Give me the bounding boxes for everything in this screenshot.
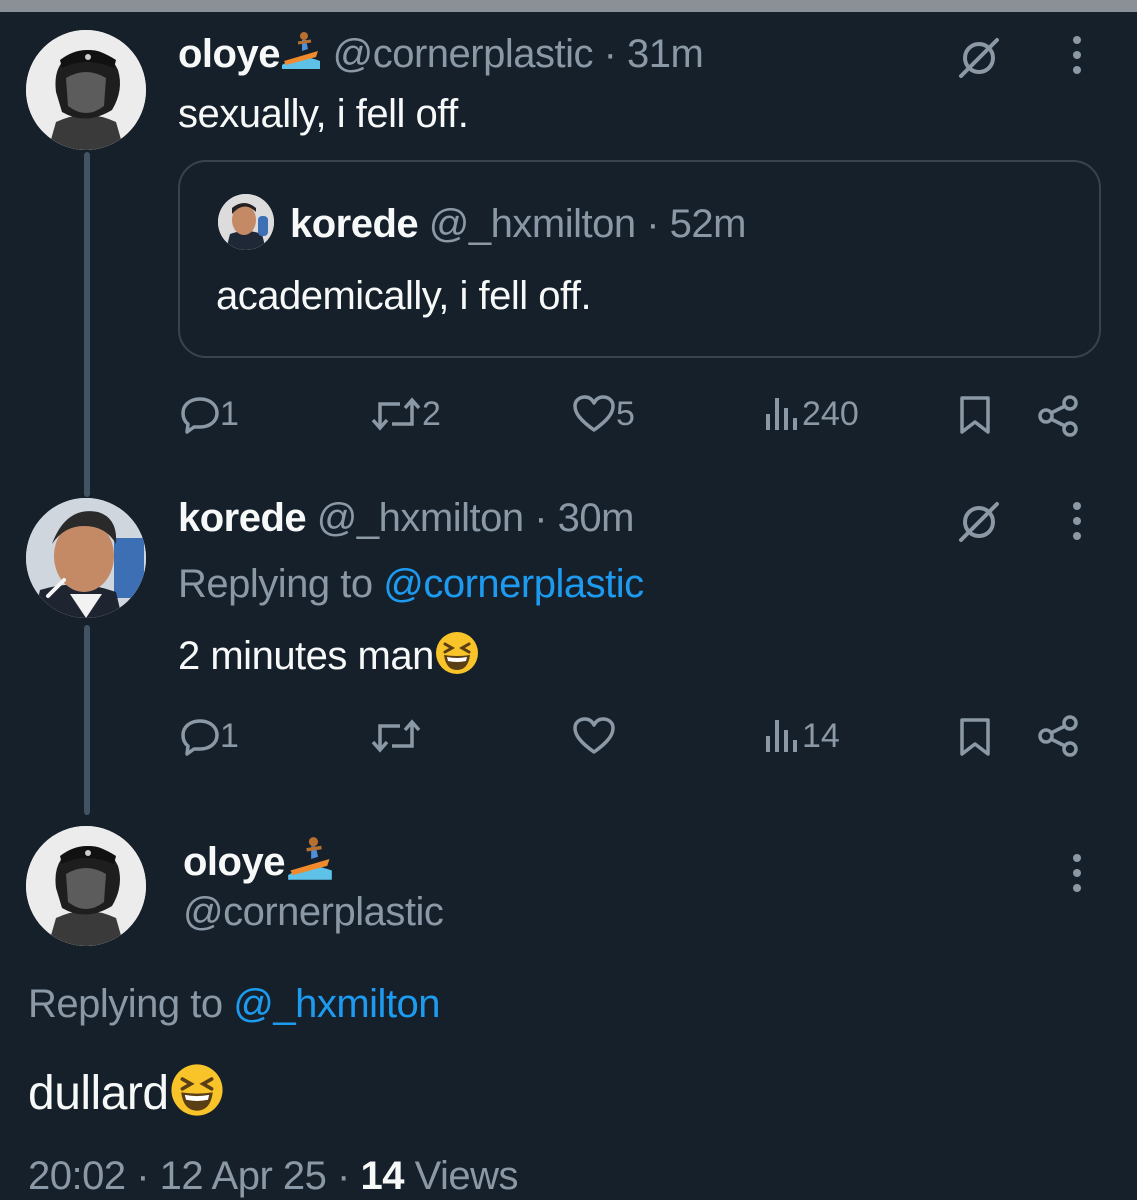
reply-button[interactable]: 1 [180, 716, 239, 756]
reply-count: 1 [220, 716, 239, 755]
views-button[interactable]: 14 [762, 716, 840, 756]
display-name[interactable]: korede [290, 202, 419, 246]
replying-prefix: Replying to [178, 562, 373, 606]
tweet3-name: oloye [183, 836, 335, 893]
quoted-text: academically, i fell off. [216, 274, 592, 318]
heart-icon [573, 717, 615, 754]
surfer-emoji [285, 836, 335, 893]
repost-button[interactable]: 2 [370, 394, 441, 434]
quoted-header: korede @_hxmilton · 52m [290, 200, 746, 248]
avatar[interactable] [26, 826, 146, 946]
display-name[interactable]: oloye [183, 840, 285, 884]
display-name[interactable]: korede [178, 496, 307, 540]
views-label: Views [414, 1154, 519, 1198]
repost-count: 2 [422, 394, 441, 433]
vertical-dots-icon[interactable] [1066, 500, 1088, 542]
tweet-time[interactable]: · 31m [604, 32, 704, 76]
view-count: 14 [802, 716, 840, 755]
like-button[interactable] [572, 716, 616, 756]
tweet-text-content: dullard [28, 1067, 169, 1121]
user-handle[interactable]: @_hxmilton [429, 202, 636, 246]
user-handle[interactable]: @_hxmilton [317, 496, 524, 540]
tweet-text: sexually, i fell off. [178, 92, 469, 136]
repost-button[interactable] [370, 716, 422, 756]
share-nodes-icon[interactable] [1036, 714, 1080, 758]
display-name[interactable]: oloye [178, 32, 280, 76]
tweet-text-content: 2 minutes man [178, 634, 434, 679]
reply-count: 1 [220, 394, 239, 433]
bar-chart-icon [766, 398, 797, 430]
replying-prefix: Replying to [28, 982, 223, 1026]
repost-arrows-icon [371, 397, 421, 431]
tweet-time[interactable]: · 30m [534, 496, 634, 540]
speech-bubble-icon [181, 719, 219, 756]
user-handle[interactable]: @cornerplastic [333, 32, 594, 76]
reply-button[interactable]: 1 [180, 394, 239, 434]
tweet-meta: 20:02 · 12 Apr 25 · 14 Views [28, 1152, 519, 1200]
share-nodes-icon[interactable] [1036, 394, 1080, 438]
like-count: 5 [616, 394, 635, 433]
speech-bubble-icon [181, 397, 219, 434]
top-scroll-bar [0, 0, 1137, 12]
slashed-circle-icon[interactable] [955, 34, 1003, 82]
tweet2-header: korede @_hxmilton · 30m [178, 494, 634, 542]
avatar[interactable] [218, 194, 274, 250]
avatar[interactable] [26, 498, 146, 618]
tweet-time[interactable]: · 52m [646, 202, 746, 246]
views-count: 14 [360, 1154, 404, 1198]
thread-line [84, 625, 90, 815]
repost-arrows-icon [371, 719, 421, 753]
bookmark-icon[interactable] [958, 394, 992, 436]
like-button[interactable]: 5 [572, 394, 635, 434]
bar-chart-icon [766, 720, 797, 752]
views-button[interactable]: 240 [762, 394, 859, 434]
avatar[interactable] [26, 30, 146, 150]
replying-to: Replying to @_hxmilton [28, 980, 441, 1028]
view-count: 240 [802, 394, 859, 433]
grinning-squinting-face-emoji [169, 1062, 225, 1131]
mention-link[interactable]: @_hxmilton [233, 982, 440, 1026]
surfer-emoji [280, 31, 322, 82]
heart-icon [573, 395, 615, 432]
tweet-text: dullard [28, 1062, 225, 1131]
timestamp[interactable]: 20:02 · 12 Apr 25 · [28, 1154, 350, 1198]
tweet1-header: oloye @cornerplastic · 31m [178, 30, 704, 82]
thread-line [84, 152, 90, 497]
grinning-squinting-face-emoji [434, 630, 480, 687]
vertical-dots-icon[interactable] [1066, 852, 1088, 894]
mention-link[interactable]: @cornerplastic [383, 562, 644, 606]
user-handle[interactable]: @cornerplastic [183, 888, 444, 936]
bookmark-icon[interactable] [958, 716, 992, 758]
vertical-dots-icon[interactable] [1066, 34, 1088, 76]
slashed-circle-icon[interactable] [955, 498, 1003, 546]
replying-to: Replying to @cornerplastic [178, 560, 644, 608]
tweet-text: 2 minutes man [178, 630, 480, 687]
quoted-tweet[interactable]: korede @_hxmilton · 52m academically, i … [178, 160, 1101, 358]
